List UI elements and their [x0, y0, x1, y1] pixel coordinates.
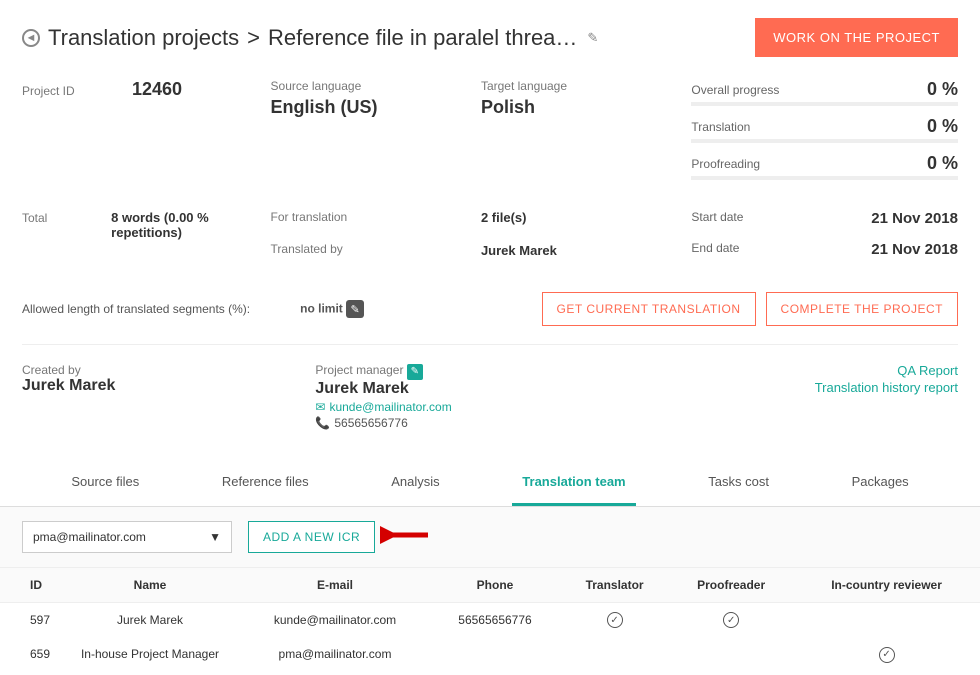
translation-progress-value: 0 %	[927, 116, 958, 137]
chevron-right-icon: >	[247, 25, 260, 51]
check-icon: ✓	[723, 612, 739, 628]
segment-limit-label: Allowed length of translated segments (%…	[22, 302, 250, 316]
tab-tasks-cost[interactable]: Tasks cost	[698, 460, 779, 506]
start-date-value: 21 Nov 2018	[871, 210, 958, 227]
for-translation-label: For translation	[271, 210, 381, 224]
tab-analysis[interactable]: Analysis	[381, 460, 449, 506]
table-row[interactable]: 597Jurek Marekkunde@mailinator.com565656…	[0, 602, 980, 637]
col-name: Name	[60, 568, 240, 603]
icr-select-value: pma@mailinator.com	[33, 530, 146, 544]
chevron-down-icon: ▼	[209, 530, 221, 544]
project-id-label: Project ID	[22, 84, 132, 98]
pm-label: Project manager	[315, 363, 403, 377]
table-row[interactable]: 659In-house Project Managerpma@mailinato…	[0, 637, 980, 672]
check-icon: ✓	[879, 647, 895, 663]
translated-by-value: Jurek Marek	[481, 243, 557, 258]
history-report-link[interactable]: Translation history report	[815, 380, 958, 395]
created-by-value: Jurek Marek	[22, 377, 115, 395]
proofreading-progress-label: Proofreading	[691, 157, 760, 171]
source-language-value: English (US)	[271, 97, 461, 118]
target-language-label: Target language	[481, 79, 671, 93]
col-translator: Translator	[560, 568, 669, 603]
col-email: E-mail	[240, 568, 430, 603]
breadcrumb-parent[interactable]: Translation projects	[48, 25, 239, 51]
edit-pm-icon[interactable]: ✎	[407, 364, 423, 380]
end-date-label: End date	[691, 241, 739, 258]
translation-progress-bar	[691, 139, 958, 143]
tab-translation-team[interactable]: Translation team	[512, 460, 635, 506]
pm-phone-row: 📞 56565656776	[315, 416, 814, 430]
pm-email-row[interactable]: ✉ kunde@mailinator.com	[315, 400, 814, 414]
col-id: ID	[0, 568, 60, 603]
total-label: Total	[22, 211, 111, 225]
tabs: Source files Reference files Analysis Tr…	[0, 460, 980, 507]
proofreading-progress-bar	[691, 176, 958, 180]
overall-progress-bar	[691, 102, 958, 106]
overall-progress-label: Overall progress	[691, 83, 779, 97]
pm-phone: 56565656776	[334, 416, 407, 430]
complete-project-button[interactable]: COMPLETE THE PROJECT	[766, 292, 958, 326]
breadcrumb: ◄ Translation projects > Reference file …	[22, 25, 598, 51]
for-translation-value: 2 file(s)	[481, 210, 527, 225]
col-phone: Phone	[430, 568, 560, 603]
end-date-value: 21 Nov 2018	[871, 241, 958, 258]
tab-packages[interactable]: Packages	[842, 460, 919, 506]
pm-email: kunde@mailinator.com	[329, 400, 451, 414]
add-icr-button[interactable]: ADD A NEW ICR	[248, 521, 375, 553]
icr-select[interactable]: pma@mailinator.com ▼	[22, 521, 232, 553]
annotation-arrow-icon	[380, 523, 430, 547]
tab-source-files[interactable]: Source files	[61, 460, 149, 506]
get-translation-button[interactable]: GET CURRENT TRANSLATION	[542, 292, 756, 326]
check-icon: ✓	[607, 612, 623, 628]
breadcrumb-current: Reference file in paralel threa…	[268, 25, 577, 51]
envelope-icon: ✉	[315, 400, 325, 414]
pm-name: Jurek Marek	[315, 380, 814, 398]
work-on-project-button[interactable]: WORK ON THE PROJECT	[755, 18, 958, 57]
back-icon[interactable]: ◄	[22, 29, 40, 47]
project-id-value: 12460	[132, 79, 182, 100]
overall-progress-value: 0 %	[927, 79, 958, 100]
team-table: ID Name E-mail Phone Translator Proofrea…	[0, 568, 980, 672]
translation-progress-label: Translation	[691, 120, 750, 134]
phone-icon: 📞	[315, 416, 330, 430]
translated-by-label: Translated by	[271, 242, 381, 256]
segment-limit-value: no limit	[300, 302, 343, 316]
start-date-label: Start date	[691, 210, 743, 227]
total-value: 8 words (0.00 % repetitions)	[111, 210, 250, 240]
source-language-label: Source language	[271, 79, 461, 93]
col-proofreader: Proofreader	[669, 568, 793, 603]
col-icr: In-country reviewer	[793, 568, 980, 603]
edit-limit-icon[interactable]: ✎	[346, 300, 364, 318]
created-by-label: Created by	[22, 363, 115, 377]
tab-reference-files[interactable]: Reference files	[212, 460, 319, 506]
qa-report-link[interactable]: QA Report	[815, 363, 958, 378]
edit-title-icon[interactable]: ✎	[587, 30, 598, 46]
proofreading-progress-value: 0 %	[927, 153, 958, 174]
target-language-value: Polish	[481, 97, 671, 118]
